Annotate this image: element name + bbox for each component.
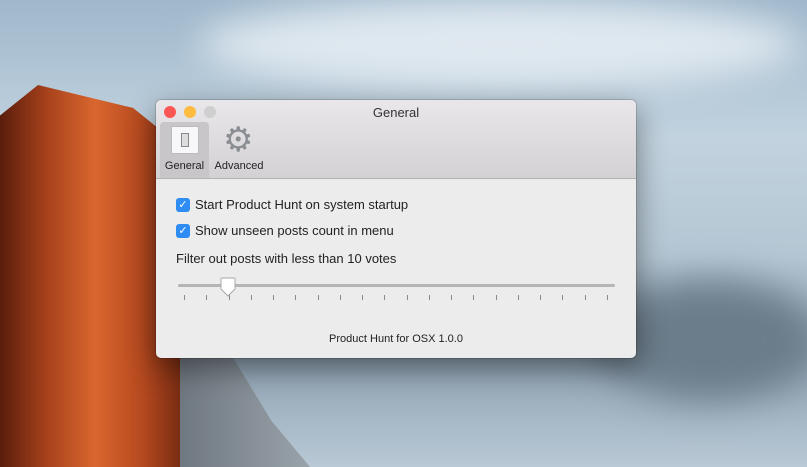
unseen-count-checkbox-row[interactable]: ✓ Show unseen posts count in menu: [176, 223, 394, 238]
unseen-count-checkbox[interactable]: ✓: [176, 223, 190, 238]
window-title: General: [372, 105, 420, 120]
slider-tick: [495, 295, 497, 300]
slider-tick: [362, 295, 364, 300]
unseen-count-label: Show unseen posts count in menu: [195, 223, 394, 238]
tab-general-label: General: [164, 160, 205, 172]
startup-checkbox[interactable]: ✓: [176, 197, 190, 212]
gear-icon: ⚙: [223, 121, 254, 159]
slider-tick: [517, 295, 519, 300]
slider-tick: [295, 295, 297, 300]
slider-tick: [273, 295, 275, 300]
tab-advanced-label: Advanced: [214, 160, 264, 172]
tab-general[interactable]: General: [160, 122, 209, 178]
votes-slider-thumb[interactable]: [220, 277, 236, 297]
slider-tick: [562, 295, 564, 300]
cloud: [200, 0, 800, 90]
slider-tick: [584, 295, 586, 300]
slider-tick: [317, 295, 319, 300]
slider-tick: [339, 295, 341, 300]
title-toolbar: General General ⚙ Advanced: [156, 100, 636, 179]
slider-tick: [428, 295, 430, 300]
slider-tick: [473, 295, 475, 300]
filter-label: Filter out posts with less than 10 votes: [176, 251, 397, 266]
rock-shadow: [180, 350, 310, 467]
votes-slider-track[interactable]: [178, 284, 615, 287]
startup-checkbox-row[interactable]: ✓ Start Product Hunt on system startup: [176, 197, 408, 212]
slider-tick: [451, 295, 453, 300]
slider-tick: [250, 295, 252, 300]
slider-tick: [607, 295, 608, 300]
slider-tick: [540, 295, 542, 300]
version-label: Product Hunt for OSX 1.0.0: [329, 333, 463, 345]
slider-tick: [206, 295, 208, 300]
slider-tick: [384, 295, 386, 300]
preferences-window: General General ⚙ Advanced ✓ Start Produ…: [156, 100, 636, 358]
tab-advanced[interactable]: ⚙ Advanced: [211, 122, 267, 178]
slider-tick: [184, 295, 185, 300]
switch-icon: [171, 126, 199, 154]
slider-tick: [406, 295, 408, 300]
startup-label: Start Product Hunt on system startup: [195, 197, 409, 212]
